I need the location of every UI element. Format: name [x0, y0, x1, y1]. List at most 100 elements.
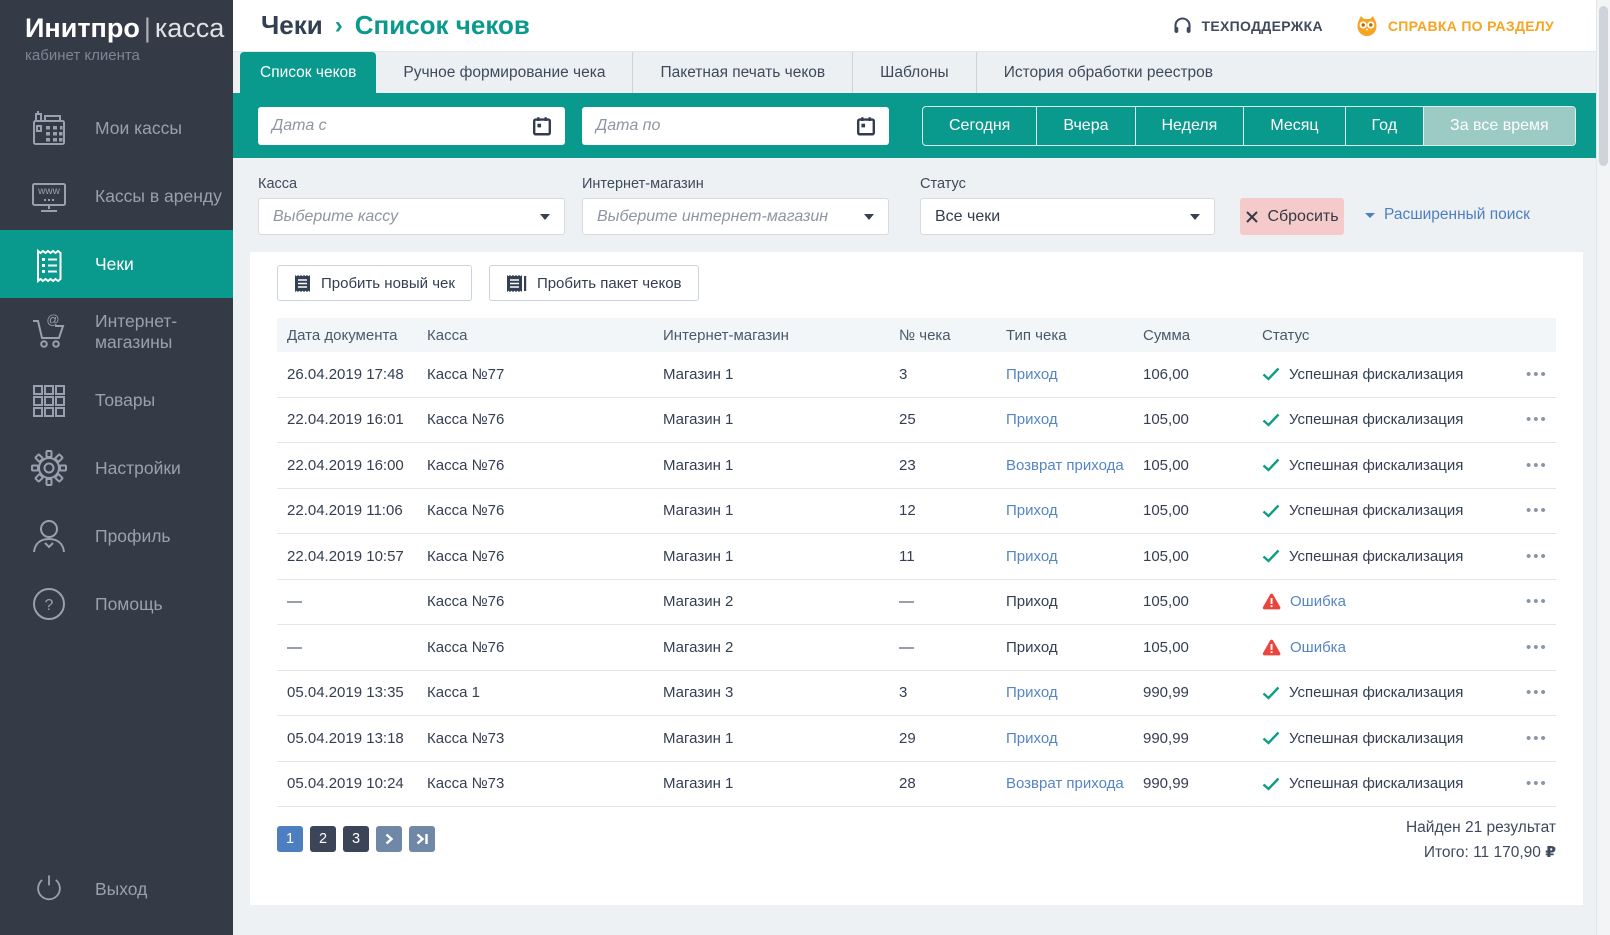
batch-receipt-button[interactable]: Пробить пакет чеков: [489, 265, 699, 301]
receipt-type[interactable]: Приход: [996, 684, 1133, 701]
cell-shop: Магазин 1: [653, 730, 889, 747]
sidebar-item-settings[interactable]: Настройки: [0, 434, 233, 502]
error-triangle-icon: [1262, 639, 1281, 656]
last-page-button[interactable]: [409, 826, 435, 852]
page-button-1[interactable]: 1: [277, 826, 303, 852]
cell-amount: 990,99: [1133, 730, 1252, 747]
range-all-time-button[interactable]: За все время: [1423, 107, 1575, 145]
tab-templates[interactable]: Шаблоны: [852, 52, 976, 93]
cell-kassa: Касса №76: [417, 593, 653, 610]
range-week-button[interactable]: Неделя: [1135, 107, 1244, 145]
svg-text:?: ?: [45, 597, 54, 614]
cell-date: —: [277, 639, 417, 656]
range-month-button[interactable]: Месяц: [1243, 107, 1344, 145]
tab-receipt-list[interactable]: Список чеков: [240, 52, 376, 93]
table-row[interactable]: — Касса №76 Магазин 2 — Приход 105,00 Ош…: [277, 580, 1556, 626]
tab-registry-history[interactable]: История обработки реестров: [976, 52, 1240, 93]
shop-select[interactable]: Выберите интернет-магазин: [582, 198, 889, 235]
row-menu-button[interactable]: •••: [1516, 502, 1556, 519]
new-receipt-label: Пробить новый чек: [321, 275, 455, 292]
status-cell[interactable]: Успешная фискализация: [1252, 775, 1516, 792]
page-button-2[interactable]: 2: [310, 826, 336, 852]
receipt-type[interactable]: Приход: [996, 548, 1133, 565]
sidebar-item-help[interactable]: ? Помощь: [0, 570, 233, 638]
sidebar-item-receipts[interactable]: Чеки: [0, 230, 233, 298]
table-row[interactable]: 22.04.2019 16:00 Касса №76 Магазин 1 23 …: [277, 443, 1556, 489]
date-from-input[interactable]: Дата с: [258, 107, 565, 145]
table-row[interactable]: 05.04.2019 13:35 Касса 1 Магазин 3 3 При…: [277, 671, 1556, 717]
row-menu-button[interactable]: •••: [1516, 593, 1556, 610]
page-button-3[interactable]: 3: [343, 826, 369, 852]
logout-button[interactable]: Выход: [0, 855, 233, 923]
status-cell[interactable]: Ошибка: [1252, 593, 1516, 610]
range-year-button[interactable]: Год: [1345, 107, 1423, 145]
calendar-icon[interactable]: [531, 115, 553, 137]
receipt-type[interactable]: Приход: [996, 366, 1133, 383]
table-row[interactable]: — Касса №76 Магазин 2 — Приход 105,00 Ош…: [277, 625, 1556, 671]
status-cell[interactable]: Успешная фискализация: [1252, 730, 1516, 747]
next-page-button[interactable]: [376, 826, 402, 852]
status-select[interactable]: Все чеки: [920, 198, 1215, 235]
tab-manual-receipt[interactable]: Ручное формирование чека: [376, 52, 632, 93]
date-to-input[interactable]: Дата по: [582, 107, 889, 145]
status-cell[interactable]: Успешная фискализация: [1252, 502, 1516, 519]
col-header-amount: Сумма: [1133, 327, 1252, 344]
svg-text:@: @: [46, 312, 59, 327]
status-cell[interactable]: Успешная фискализация: [1252, 457, 1516, 474]
cell-shop: Магазин 1: [653, 366, 889, 383]
status-label: Успешная фискализация: [1289, 730, 1463, 747]
row-menu-button[interactable]: •••: [1516, 457, 1556, 474]
table-row[interactable]: 22.04.2019 10:57 Касса №76 Магазин 1 11 …: [277, 534, 1556, 580]
table-row[interactable]: 05.04.2019 13:18 Касса №73 Магазин 1 29 …: [277, 716, 1556, 762]
page-number: 3: [352, 831, 360, 847]
range-yesterday-button[interactable]: Вчера: [1036, 107, 1134, 145]
tab-batch-print[interactable]: Пакетная печать чеков: [632, 52, 852, 93]
reset-filters-button[interactable]: Сбросить: [1240, 198, 1344, 235]
status-cell[interactable]: Успешная фискализация: [1252, 548, 1516, 565]
sidebar-item-profile[interactable]: Профиль: [0, 502, 233, 570]
cell-kassa: Касса №73: [417, 775, 653, 792]
kassa-select[interactable]: Выберите кассу: [258, 198, 565, 235]
section-help-label: СПРАВКА ПО РАЗДЕЛУ: [1388, 18, 1554, 34]
section-help-link[interactable]: СПРАВКА ПО РАЗДЕЛУ: [1355, 14, 1554, 38]
status-cell[interactable]: Успешная фискализация: [1252, 684, 1516, 701]
row-menu-button[interactable]: •••: [1516, 639, 1556, 656]
row-menu-button[interactable]: •••: [1516, 411, 1556, 428]
receipt-type[interactable]: Приход: [996, 593, 1133, 610]
receipt-type[interactable]: Возврат прихода: [996, 457, 1133, 474]
receipt-type[interactable]: Возврат прихода: [996, 775, 1133, 792]
status-filter-label: Статус: [920, 176, 966, 192]
receipt-type[interactable]: Приход: [996, 411, 1133, 428]
page-scrollbar[interactable]: [1596, 0, 1610, 935]
status-cell[interactable]: Успешная фискализация: [1252, 411, 1516, 428]
receipt-type[interactable]: Приход: [996, 730, 1133, 747]
sidebar-item-rental-kassas[interactable]: www Кассы в аренду: [0, 162, 233, 230]
breadcrumb-section[interactable]: Чеки: [261, 10, 323, 41]
sidebar-item-my-kassas[interactable]: Мои кассы: [0, 94, 233, 162]
receipt-stack-icon: [506, 274, 527, 293]
status-cell[interactable]: Успешная фискализация: [1252, 366, 1516, 383]
cell-amount: 105,00: [1133, 548, 1252, 565]
table-row[interactable]: 26.04.2019 17:48 Касса №77 Магазин 1 3 П…: [277, 352, 1556, 398]
advanced-search-link[interactable]: Расширенный поиск: [1365, 206, 1530, 224]
cell-number: 25: [889, 411, 996, 428]
receipt-type[interactable]: Приход: [996, 639, 1133, 656]
table-row[interactable]: 22.04.2019 11:06 Касса №76 Магазин 1 12 …: [277, 489, 1556, 535]
row-menu-button[interactable]: •••: [1516, 548, 1556, 565]
cell-kassa: Касса №76: [417, 457, 653, 474]
scrollbar-thumb[interactable]: [1599, 6, 1608, 166]
new-receipt-button[interactable]: Пробить новый чек: [277, 265, 472, 301]
row-menu-button[interactable]: •••: [1516, 775, 1556, 792]
receipt-type[interactable]: Приход: [996, 502, 1133, 519]
calendar-icon[interactable]: [855, 115, 877, 137]
table-row[interactable]: 05.04.2019 10:24 Касса №73 Магазин 1 28 …: [277, 762, 1556, 808]
sidebar-item-products[interactable]: Товары: [0, 366, 233, 434]
row-menu-button[interactable]: •••: [1516, 730, 1556, 747]
sidebar-item-online-stores[interactable]: @ Интернет-магазины: [0, 298, 233, 366]
row-menu-button[interactable]: •••: [1516, 366, 1556, 383]
range-today-button[interactable]: Сегодня: [923, 107, 1036, 145]
status-cell[interactable]: Ошибка: [1252, 639, 1516, 656]
support-link[interactable]: ТЕХПОДДЕРЖКА: [1172, 15, 1323, 36]
row-menu-button[interactable]: •••: [1516, 684, 1556, 701]
table-row[interactable]: 22.04.2019 16:01 Касса №76 Магазин 1 25 …: [277, 398, 1556, 444]
